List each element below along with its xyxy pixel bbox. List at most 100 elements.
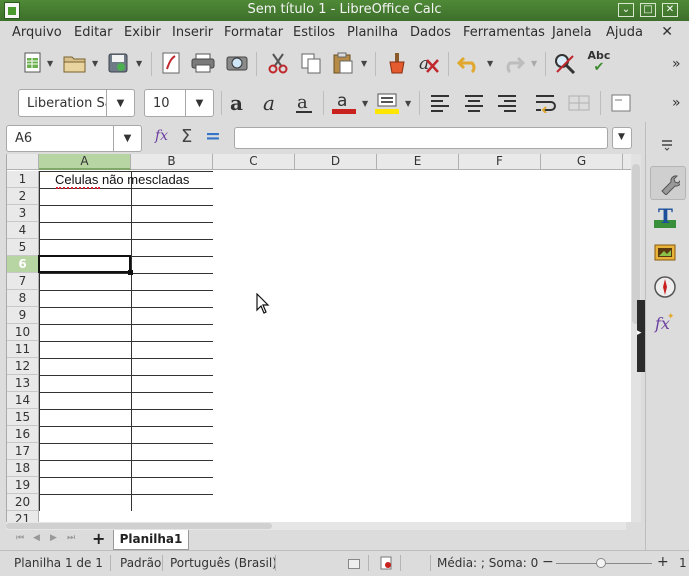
align-left-icon[interactable]	[427, 90, 453, 116]
horizontal-scroll-thumb[interactable]	[6, 523, 272, 529]
save-icon[interactable]	[105, 50, 131, 76]
row-header[interactable]: 17	[7, 443, 39, 460]
menu-ajuda[interactable]: Ajuda	[606, 25, 643, 40]
redo-icon[interactable]	[500, 50, 526, 76]
sidebar-collapse-handle[interactable]	[637, 300, 645, 372]
name-box[interactable]: A6 ▼	[6, 125, 142, 152]
underline-icon[interactable]: a	[291, 90, 317, 116]
font-color-icon[interactable]: a	[331, 90, 357, 116]
selection-summary[interactable]: Média: ; Soma: 0	[437, 556, 538, 570]
cut-icon[interactable]	[265, 50, 291, 76]
save-dropdown-arrow[interactable]: ▼	[136, 60, 144, 68]
bold-icon[interactable]: a	[225, 90, 251, 116]
row-header[interactable]: 1	[7, 171, 39, 188]
column-header[interactable]: A	[39, 154, 131, 170]
selection-mode-icon[interactable]	[348, 559, 360, 569]
italic-icon[interactable]: a	[258, 90, 284, 116]
close-window-button[interactable]: ✕	[662, 3, 678, 17]
clear-formatting-icon[interactable]: a	[416, 50, 442, 76]
menu-planilha[interactable]: Planilha	[347, 25, 398, 40]
clone-formatting-icon[interactable]	[384, 50, 410, 76]
font-name-dropdown-icon[interactable]: ▼	[106, 90, 134, 116]
zoom-slider-knob[interactable]	[596, 558, 606, 568]
menu-editar[interactable]: Editar	[74, 25, 113, 40]
row-header[interactable]: 11	[7, 341, 39, 358]
row-header[interactable]: 5	[7, 239, 39, 256]
add-sheet-button[interactable]: +	[92, 531, 105, 547]
first-sheet-icon[interactable]: ⏮	[16, 533, 24, 543]
zoom-in-button[interactable]: +	[657, 554, 669, 570]
toolbar-overflow-icon[interactable]: »	[672, 56, 681, 72]
row-header[interactable]: 4	[7, 222, 39, 239]
undo-dropdown-arrow[interactable]: ▼	[487, 60, 495, 68]
row-header[interactable]: 15	[7, 409, 39, 426]
sheet-position[interactable]: Planilha 1 de 1	[14, 556, 103, 570]
print-preview-icon[interactable]	[224, 50, 250, 76]
zoom-out-button[interactable]: −	[542, 554, 554, 570]
select-all-corner[interactable]	[7, 154, 39, 170]
export-pdf-icon[interactable]	[158, 50, 184, 76]
new-dropdown-arrow[interactable]: ▼	[47, 60, 55, 68]
minimize-button[interactable]: ⌄	[618, 3, 634, 17]
column-header-partial[interactable]	[623, 154, 631, 170]
language-status[interactable]: Português (Brasil)	[170, 556, 277, 570]
menu-janela[interactable]: Janela	[552, 25, 592, 40]
column-header[interactable]: D	[295, 154, 377, 170]
menu-dados[interactable]: Dados	[410, 25, 451, 40]
page-style[interactable]: Padrão	[120, 556, 161, 570]
row-header[interactable]: 12	[7, 358, 39, 375]
redo-dropdown-arrow[interactable]: ▼	[531, 60, 539, 68]
undo-icon[interactable]	[456, 50, 482, 76]
font-name-combo[interactable]: Liberation Sa ▼	[18, 89, 135, 117]
print-icon[interactable]	[190, 50, 216, 76]
function-wizard-icon[interactable]: fx	[155, 128, 168, 144]
close-document-icon[interactable]: ✕	[661, 24, 673, 40]
paste-dropdown-arrow[interactable]: ▼	[361, 60, 369, 68]
autofill-handle[interactable]	[128, 270, 133, 275]
highlight-color-icon[interactable]	[374, 90, 400, 116]
bordered-range[interactable]	[39, 171, 213, 511]
align-center-icon[interactable]	[461, 90, 487, 116]
merge-cells-icon[interactable]	[566, 90, 592, 116]
row-header[interactable]: 8	[7, 290, 39, 307]
spellcheck-icon[interactable]: Abc ✔	[586, 48, 612, 74]
document-modified-icon[interactable]	[380, 556, 392, 570]
column-header[interactable]: B	[131, 154, 213, 170]
sheet-tab-planilha1[interactable]: Planilha1	[113, 530, 189, 550]
next-sheet-icon[interactable]: ▶	[50, 533, 57, 543]
menu-formatar[interactable]: Formatar	[224, 25, 283, 40]
row-header[interactable]: 16	[7, 426, 39, 443]
column-header[interactable]: E	[377, 154, 459, 170]
highlight-dropdown-arrow[interactable]: ▼	[405, 100, 413, 108]
format-cells-icon[interactable]	[608, 90, 634, 116]
sum-icon[interactable]: Σ	[181, 126, 192, 147]
row-header[interactable]: 20	[7, 494, 39, 511]
gallery-icon[interactable]	[652, 239, 678, 265]
column-header[interactable]: C	[213, 154, 295, 170]
row-header[interactable]: 13	[7, 375, 39, 392]
row-header[interactable]: 14	[7, 392, 39, 409]
menu-ferramentas[interactable]: Ferramentas	[463, 25, 545, 40]
row-header[interactable]: 19	[7, 477, 39, 494]
previous-sheet-icon[interactable]: ◀	[33, 533, 40, 543]
paste-icon[interactable]	[330, 50, 356, 76]
open-dropdown-arrow[interactable]: ▼	[92, 60, 100, 68]
sidebar-menu-icon[interactable]	[654, 132, 680, 158]
menu-exibir[interactable]: Exibir	[124, 25, 161, 40]
row-header[interactable]: 2	[7, 188, 39, 205]
align-right-icon[interactable]	[494, 90, 520, 116]
column-header[interactable]: F	[459, 154, 541, 170]
spreadsheet-grid[interactable]: A B C D E F G 1 2 3 4 5 6 7 8 9 10 11 12…	[6, 154, 631, 522]
row-header[interactable]: 18	[7, 460, 39, 477]
name-box-dropdown-icon[interactable]: ▼	[113, 126, 141, 151]
navigator-icon[interactable]	[652, 274, 678, 300]
row-header[interactable]: 3	[7, 205, 39, 222]
menu-arquivo[interactable]: Arquivo	[12, 25, 62, 40]
functions-icon[interactable]: fx ✦	[652, 309, 678, 335]
open-folder-icon[interactable]	[62, 50, 88, 76]
maximize-button[interactable]: □	[640, 3, 656, 17]
new-spreadsheet-icon[interactable]	[20, 50, 46, 76]
row-header[interactable]: 21	[7, 511, 39, 522]
font-color-dropdown-arrow[interactable]: ▼	[362, 100, 370, 108]
wrap-text-icon[interactable]	[533, 90, 559, 116]
